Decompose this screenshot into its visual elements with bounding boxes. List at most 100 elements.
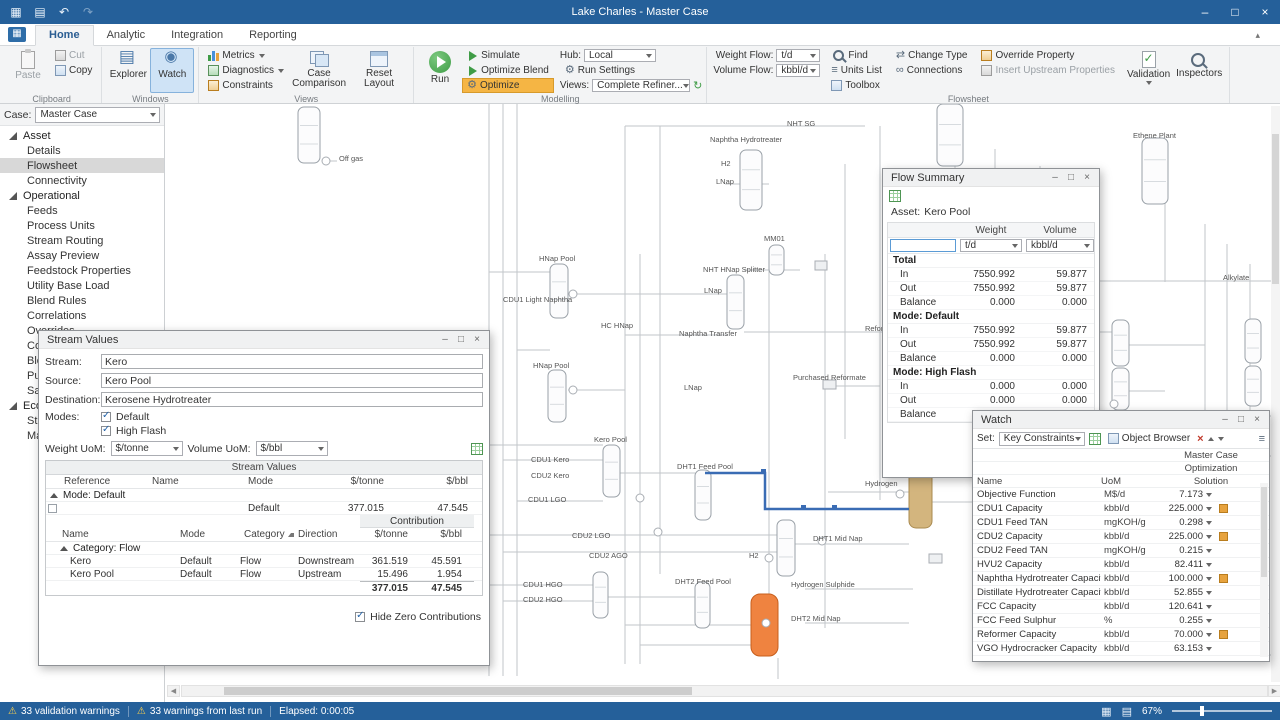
col-tonne[interactable]: $/tonne bbox=[302, 475, 396, 488]
ccol-direction[interactable]: Direction bbox=[294, 528, 360, 541]
watch-dropdown-icon[interactable] bbox=[1206, 493, 1212, 497]
collapse-ribbon-icon[interactable]: ▴ bbox=[1255, 30, 1260, 41]
optimize-button[interactable]: ⚙Optimize bbox=[462, 78, 554, 93]
metrics-button[interactable]: Metrics bbox=[203, 48, 289, 63]
watch-row-cdu1-capacity[interactable]: CDU1 Capacitykbbl/d225.000 bbox=[973, 502, 1269, 516]
watch-row-vgo-hydrocracker-capacity[interactable]: VGO Hydrocracker Capacitykbbl/d63.153 bbox=[973, 642, 1269, 656]
sidebar-item-assay-preview[interactable]: Assay Preview bbox=[0, 248, 164, 263]
watch-col-solution[interactable]: Solution bbox=[1153, 475, 1269, 487]
refresh-icon[interactable]: ↻ bbox=[693, 79, 702, 92]
watch-row-fcc-capacity[interactable]: FCC Capacitykbbl/d120.641 bbox=[973, 600, 1269, 614]
watch-scrollbar[interactable] bbox=[1260, 483, 1268, 657]
find-button[interactable]: Find bbox=[826, 48, 887, 63]
col-mode[interactable]: Mode bbox=[244, 475, 302, 488]
sidebar-item-asset[interactable]: Asset bbox=[0, 128, 164, 143]
vessel[interactable] bbox=[727, 275, 744, 329]
app-icon[interactable]: ▦ bbox=[6, 0, 26, 24]
override-property-button[interactable]: Override Property bbox=[976, 48, 1120, 63]
sidebar-item-details[interactable]: Details bbox=[0, 143, 164, 158]
sidebar-item-process-units[interactable]: Process Units bbox=[0, 218, 164, 233]
flow-summary-pin-icon[interactable]: – bbox=[1047, 172, 1063, 183]
paste-button[interactable]: Paste bbox=[6, 48, 50, 93]
category-expander-icon[interactable] bbox=[60, 546, 68, 551]
watch-dropdown-icon[interactable] bbox=[1206, 619, 1212, 623]
watch-dropdown-icon[interactable] bbox=[1206, 633, 1212, 637]
watch-row-objective-function[interactable]: Objective FunctionM$/d7.173 bbox=[973, 488, 1269, 502]
object-browser-button[interactable]: Object Browser bbox=[1105, 432, 1193, 445]
zoom-slider[interactable] bbox=[1172, 710, 1272, 712]
volume-uom-select[interactable]: $/bbl bbox=[256, 441, 328, 456]
backstage-button[interactable]: ▦ bbox=[8, 27, 26, 42]
watch-export-icon[interactable] bbox=[1089, 433, 1101, 445]
explorer-button[interactable]: ▤ Explorer bbox=[106, 48, 150, 93]
watch-dropdown-icon[interactable] bbox=[1206, 591, 1212, 595]
zoom-slider-thumb[interactable] bbox=[1200, 706, 1204, 716]
watch-row-reformer-capacity[interactable]: Reformer Capacitykbbl/d70.000 bbox=[973, 628, 1269, 642]
volume-flow-select[interactable]: kbbl/d bbox=[776, 64, 820, 77]
change-type-button[interactable]: ⇄Change Type bbox=[891, 48, 973, 63]
vessel[interactable] bbox=[298, 107, 320, 163]
dialog-minimize-icon[interactable]: – bbox=[437, 334, 453, 345]
optimize-blend-button[interactable]: Optimize Blend bbox=[462, 63, 554, 78]
weight-flow-select[interactable]: t/d bbox=[776, 49, 820, 62]
sidebar-item-connectivity[interactable]: Connectivity bbox=[0, 173, 164, 188]
watch-dropdown-icon[interactable] bbox=[1206, 535, 1212, 539]
flow-summary-titlebar[interactable]: Flow Summary – □ × bbox=[883, 169, 1099, 187]
cut-button[interactable]: Cut bbox=[50, 48, 97, 63]
expander-icon[interactable] bbox=[9, 402, 17, 410]
mode-default-checkbox[interactable] bbox=[101, 412, 111, 422]
hub-select[interactable]: Local bbox=[584, 49, 656, 62]
weight-uom-select[interactable]: $/tonne bbox=[111, 441, 183, 456]
vessel[interactable] bbox=[740, 150, 762, 210]
vessel[interactable] bbox=[550, 264, 568, 318]
source-field[interactable]: Kero Pool bbox=[101, 373, 483, 388]
group-expander-icon[interactable] bbox=[50, 493, 58, 498]
watch-button[interactable]: ◉ Watch bbox=[150, 48, 194, 93]
watch-dropdown-icon[interactable] bbox=[1206, 647, 1212, 651]
hscroll-thumb[interactable] bbox=[224, 687, 692, 695]
undo-icon[interactable]: ↶ bbox=[54, 0, 74, 24]
hscroll-right-arrow[interactable]: ▶ bbox=[1268, 685, 1280, 697]
mode-default-option[interactable]: Default bbox=[101, 411, 483, 423]
watch-row-cdu2-feed-tan[interactable]: CDU2 Feed TANmgKOH/g0.215 bbox=[973, 544, 1269, 558]
stream-field[interactable]: Kero bbox=[101, 354, 483, 369]
insert-upstream-properties-button[interactable]: Insert Upstream Properties bbox=[976, 63, 1120, 78]
volume-unit-select[interactable]: kbbl/d bbox=[1026, 239, 1094, 252]
watch-pin-icon[interactable]: – bbox=[1217, 414, 1233, 425]
col-reference[interactable]: Reference bbox=[60, 475, 148, 488]
minimize-button[interactable]: – bbox=[1190, 0, 1220, 24]
last-run-warnings-status[interactable]: ⚠ 33 warnings from last run bbox=[137, 706, 262, 717]
vessel[interactable] bbox=[695, 470, 711, 520]
watch-row-hvu2-capacity[interactable]: HVU2 Capacitykbbl/d82.411 bbox=[973, 558, 1269, 572]
connections-button[interactable]: ∞Connections bbox=[891, 63, 973, 78]
vessel[interactable] bbox=[593, 572, 608, 618]
ccol-name[interactable]: Name bbox=[46, 528, 176, 541]
watch-dropdown-icon[interactable] bbox=[1206, 577, 1212, 581]
vessel[interactable] bbox=[1245, 319, 1261, 363]
sidebar-item-stream-routing[interactable]: Stream Routing bbox=[0, 233, 164, 248]
flowsheet-view-select[interactable]: Complete Refiner... bbox=[592, 79, 690, 92]
redo-icon[interactable]: ↷ bbox=[78, 0, 98, 24]
vessel[interactable] bbox=[603, 445, 620, 497]
vessel[interactable] bbox=[909, 470, 932, 528]
contribution-row[interactable]: Kero PoolDefaultFlowUpstream15.4961.954 bbox=[46, 568, 482, 581]
diagnostics-button[interactable]: Diagnostics bbox=[203, 63, 289, 78]
watch-dropdown-icon[interactable] bbox=[1206, 549, 1212, 553]
watch-dropdown-icon[interactable] bbox=[1206, 507, 1212, 511]
watch-col-uom[interactable]: UoM bbox=[1101, 475, 1153, 487]
watch-row-fcc-feed-sulphur[interactable]: FCC Feed Sulphur%0.255 bbox=[973, 614, 1269, 628]
sidebar-item-feeds[interactable]: Feeds bbox=[0, 203, 164, 218]
hide-zero-option[interactable]: Hide Zero Contributions bbox=[355, 611, 481, 623]
dialog-close-icon[interactable]: × bbox=[469, 334, 485, 345]
units-list-button[interactable]: ≡Units List bbox=[826, 63, 887, 78]
copy-button[interactable]: Copy bbox=[50, 63, 97, 78]
vessel[interactable] bbox=[1112, 320, 1129, 366]
vessel[interactable] bbox=[777, 520, 795, 576]
ccol-bbl[interactable]: $/bbl bbox=[420, 528, 474, 541]
watch-dropdown-icon[interactable] bbox=[1206, 605, 1212, 609]
vessel[interactable] bbox=[1142, 138, 1168, 204]
destination-field[interactable]: Kerosene Hydrotreater bbox=[101, 392, 483, 407]
sidebar-item-feedstock-properties[interactable]: Feedstock Properties bbox=[0, 263, 164, 278]
mode-summary-row[interactable]: Default 377.015 47.545 bbox=[46, 502, 482, 515]
constraints-button[interactable]: Constraints bbox=[203, 78, 289, 93]
